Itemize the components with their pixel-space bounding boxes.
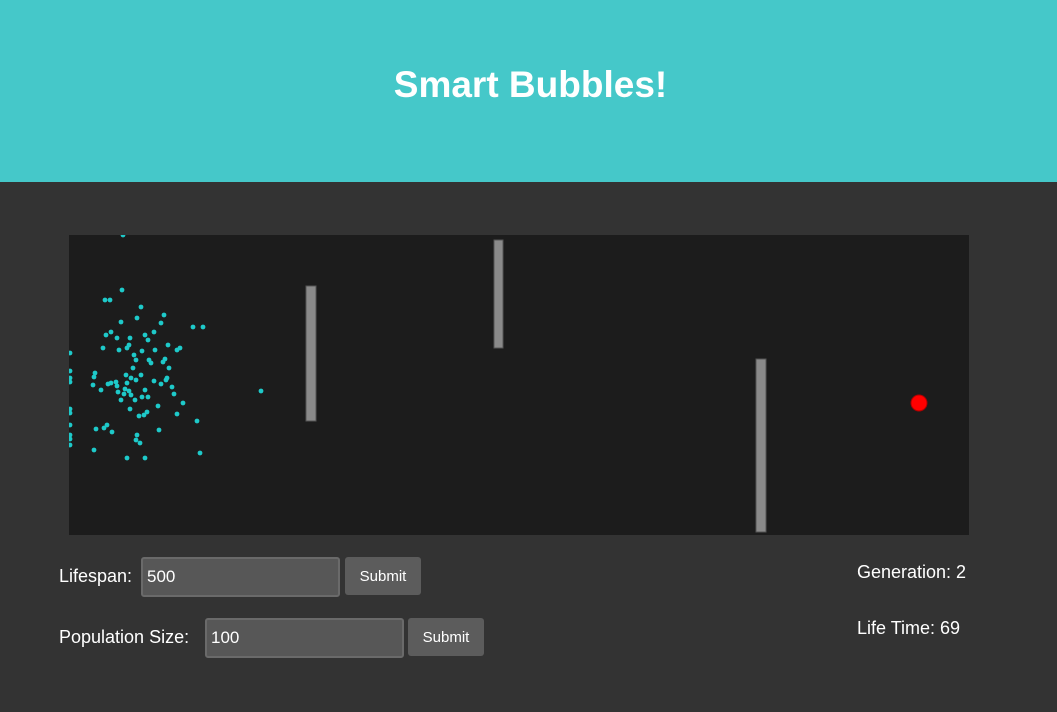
bubble-agent bbox=[194, 418, 200, 424]
bubble-agent bbox=[91, 447, 97, 453]
bubble-agent bbox=[133, 437, 139, 443]
obstacle-wall bbox=[755, 358, 767, 533]
lifetime-counter: Life Time: 69 bbox=[857, 618, 961, 638]
population-size-submit-button[interactable]: Submit bbox=[408, 618, 484, 656]
bubble-agent bbox=[103, 332, 109, 338]
bubble-agent bbox=[152, 347, 158, 353]
bubble-agent bbox=[100, 345, 106, 351]
bubble-agent bbox=[128, 375, 134, 381]
bubble-agent bbox=[109, 429, 115, 435]
bubble-agent bbox=[158, 381, 164, 387]
bubble-agent bbox=[118, 397, 124, 403]
population-size-label: Population Size: bbox=[59, 627, 190, 647]
bubble-agent bbox=[134, 432, 140, 438]
bubble-agent bbox=[190, 324, 196, 330]
bubble-agent bbox=[258, 388, 264, 394]
bubble-agent bbox=[134, 315, 140, 321]
simulation-canvas bbox=[69, 235, 969, 535]
bubble-agent bbox=[119, 287, 125, 293]
bubble-agent bbox=[123, 372, 129, 378]
bubble-agent bbox=[69, 379, 73, 385]
bubble-agent bbox=[197, 450, 203, 456]
bubble-agent bbox=[142, 332, 148, 338]
target-dot bbox=[910, 394, 928, 412]
bubble-agent bbox=[113, 379, 119, 385]
obstacle-wall bbox=[493, 239, 504, 349]
generation-counter: Generation: 2 bbox=[857, 562, 967, 582]
bubble-agent bbox=[118, 319, 124, 325]
bubble-agent bbox=[126, 342, 132, 348]
bubble-agent bbox=[139, 394, 145, 400]
bubble-agent bbox=[108, 329, 114, 335]
bubble-agent bbox=[151, 329, 157, 335]
bubble-agent bbox=[151, 378, 157, 384]
bubble-agent bbox=[116, 347, 122, 353]
page-title: Smart Bubbles! bbox=[393, 64, 668, 105]
population-size-input[interactable] bbox=[205, 618, 404, 658]
bubble-agent bbox=[138, 304, 144, 310]
bubble-agent bbox=[90, 382, 96, 388]
bubble-agent bbox=[69, 442, 73, 448]
bubble-agent bbox=[155, 403, 161, 409]
bubble-agent bbox=[127, 335, 133, 341]
bubble-agent bbox=[69, 436, 73, 442]
bubble-agent bbox=[128, 392, 134, 398]
page-header: Smart Bubbles! bbox=[0, 0, 1057, 182]
bubble-agent bbox=[131, 352, 137, 358]
bubble-agent bbox=[104, 422, 110, 428]
bubble-agent bbox=[92, 370, 98, 376]
bubble-agent bbox=[102, 297, 108, 303]
bubble-agent bbox=[148, 360, 154, 366]
lifespan-submit-button[interactable]: Submit bbox=[345, 557, 421, 595]
bubble-agent bbox=[145, 394, 151, 400]
bubble-agent bbox=[133, 377, 139, 383]
bubble-agent bbox=[174, 411, 180, 417]
lifespan-label: Lifespan: bbox=[59, 566, 133, 586]
bubble-agent bbox=[69, 422, 73, 428]
bubble-agent bbox=[165, 342, 171, 348]
bubble-agent bbox=[139, 348, 145, 354]
bubble-agent bbox=[115, 389, 121, 395]
bubble-agent bbox=[98, 387, 104, 393]
simulation-svg bbox=[69, 235, 928, 533]
bubble-agent bbox=[171, 391, 177, 397]
bubble-agent bbox=[130, 365, 136, 371]
obstacle-wall bbox=[305, 285, 317, 422]
bubble-agent bbox=[166, 365, 172, 371]
bubble-agent bbox=[124, 380, 130, 386]
bubble-agent bbox=[200, 324, 206, 330]
bubble-agent bbox=[142, 387, 148, 393]
bubble-agent bbox=[160, 359, 166, 365]
bubble-agent bbox=[137, 440, 143, 446]
lifespan-input[interactable] bbox=[141, 557, 340, 597]
bubble-agent bbox=[158, 320, 164, 326]
bubble-agent bbox=[120, 235, 126, 238]
bubble-agent bbox=[121, 391, 127, 397]
bubble-agent bbox=[124, 455, 130, 461]
bubble-agent bbox=[132, 397, 138, 403]
bubble-agent bbox=[163, 377, 169, 383]
bubble-agent bbox=[145, 337, 151, 343]
bubble-agent bbox=[69, 350, 73, 356]
bubble-agent bbox=[105, 381, 111, 387]
bubble-agent bbox=[69, 368, 73, 374]
bubble-agent bbox=[127, 406, 133, 412]
bubble-agent bbox=[133, 357, 139, 363]
bubble-agent bbox=[91, 374, 97, 380]
bubble-agent bbox=[180, 400, 186, 406]
bubble-agent bbox=[136, 413, 142, 419]
bubble-agent bbox=[93, 426, 99, 432]
bubble-agent bbox=[142, 455, 148, 461]
bubble-agent bbox=[156, 427, 162, 433]
bubble-agent bbox=[161, 312, 167, 318]
bubble-agent bbox=[144, 409, 150, 415]
bubble-agent bbox=[107, 297, 113, 303]
bubble-agent bbox=[169, 384, 175, 390]
bubble-agent bbox=[177, 345, 183, 351]
bubble-agent bbox=[114, 383, 120, 389]
bubble-agent bbox=[138, 372, 144, 378]
bubble-agent bbox=[114, 335, 120, 341]
bubble-agent bbox=[69, 410, 73, 416]
